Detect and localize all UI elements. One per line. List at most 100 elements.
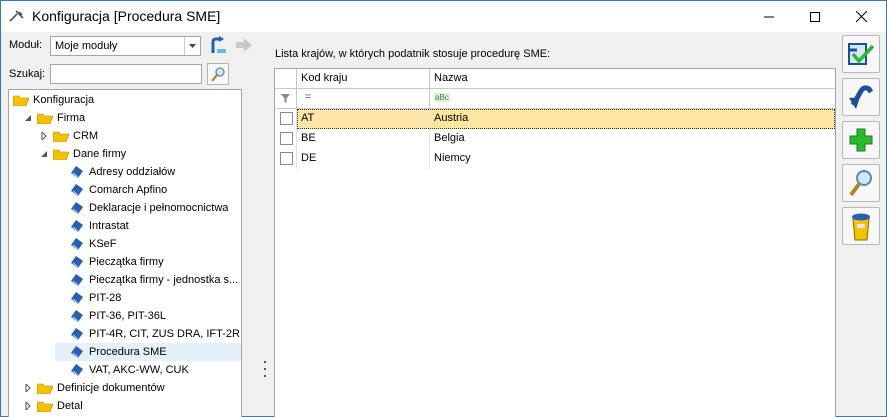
select-column-header[interactable]: [275, 69, 297, 89]
tree-item[interactable]: PIT-28: [55, 289, 121, 307]
tree-item-label: Adresy oddziałów: [89, 166, 176, 178]
expanded-arrow-icon[interactable]: [23, 113, 33, 123]
countries-grid[interactable]: Kod kraju Nazwa = aBc AT Austria BE Belgia D…: [274, 68, 836, 417]
tree-item[interactable]: Pieczątka firmy - jednostka s...: [55, 271, 238, 289]
filter-name[interactable]: aBc: [430, 89, 835, 108]
tree-item-label: Firma: [57, 112, 86, 124]
page-icon: [69, 291, 85, 305]
column-header-name-label: Nazwa: [434, 72, 468, 84]
row-checkbox[interactable]: [280, 112, 293, 125]
collapsed-arrow-icon[interactable]: [23, 383, 33, 393]
page-icon: [69, 201, 85, 215]
search-input[interactable]: [50, 64, 202, 84]
column-header-name[interactable]: Nazwa: [430, 69, 835, 89]
tree-item[interactable]: Adresy oddziałów: [55, 163, 175, 181]
save-icon: [848, 43, 875, 65]
row-checkbox[interactable]: [280, 132, 293, 145]
save-button[interactable]: [842, 35, 880, 73]
undo-icon: [849, 85, 874, 109]
tree-item[interactable]: Dane firmy: [39, 145, 126, 163]
page-icon: [69, 183, 85, 197]
tree-item[interactable]: Firma: [23, 109, 85, 127]
cell-name[interactable]: Austria: [430, 109, 835, 129]
config-tree[interactable]: Konfiguracja Firma CRM Dane firmy Adresy odd…: [8, 89, 242, 417]
chevron-down-icon[interactable]: [184, 37, 200, 55]
cell-code[interactable]: AT: [297, 109, 430, 129]
cell-name[interactable]: Belgia: [430, 129, 835, 149]
tree-item[interactable]: Definicje dokumentów: [23, 379, 165, 397]
row-checkbox[interactable]: [280, 152, 293, 165]
tree-item[interactable]: Procedura SME: [55, 343, 241, 361]
tree-item-label: PIT-36, PIT-36L: [89, 310, 167, 322]
tree-item-label: Definicje dokumentów: [57, 382, 165, 394]
module-select[interactable]: Moje moduły: [50, 36, 201, 56]
tree-item[interactable]: Intrastat: [55, 217, 129, 235]
page-icon: [69, 165, 85, 179]
tree-item[interactable]: Detal: [23, 397, 83, 415]
folder-icon: [53, 129, 69, 143]
tree-item[interactable]: Comarch Apfino: [55, 181, 167, 199]
page-icon: [69, 273, 85, 287]
page-icon: [69, 309, 85, 323]
tree-item-label: VAT, AKC-WW, CUK: [89, 364, 189, 376]
table-row[interactable]: AT Austria: [275, 109, 835, 129]
tree-item[interactable]: Konfiguracja: [13, 91, 94, 109]
maximize-icon: [810, 11, 820, 22]
folder-icon: [13, 93, 29, 107]
filter-button[interactable]: [275, 89, 297, 108]
filter-code[interactable]: =: [297, 89, 430, 108]
delete-button[interactable]: [842, 207, 880, 245]
tree-item-label: Intrastat: [89, 220, 129, 232]
column-header-code[interactable]: Kod kraju: [297, 69, 430, 89]
maximize-button[interactable]: [792, 1, 838, 32]
close-icon: [855, 11, 867, 22]
module-forward-button[interactable]: [233, 35, 255, 57]
undo-button[interactable]: [842, 78, 880, 116]
tree-item[interactable]: CRM: [39, 127, 98, 145]
collapsed-arrow-icon[interactable]: [39, 131, 49, 141]
page-icon: [69, 255, 85, 269]
cell-name[interactable]: Niemcy: [430, 149, 835, 169]
tree-item-label: CRM: [73, 130, 99, 142]
app-icon: [9, 10, 24, 22]
config-window: Konfiguracja [Procedura SME] Moduł: Moje…: [0, 0, 887, 417]
module-refresh-button[interactable]: [207, 35, 229, 57]
tree-item[interactable]: Deklaracje i pełnomocnictwa: [55, 199, 228, 217]
filter-abc-icon: aBc: [434, 93, 450, 102]
tree-item[interactable]: Pieczątka firmy: [55, 253, 164, 271]
splitter-handle[interactable]: [263, 361, 267, 377]
add-button[interactable]: [842, 121, 880, 159]
page-icon: [69, 327, 85, 341]
tree-item-label: KSeF: [89, 238, 117, 250]
table-row[interactable]: BE Belgia: [275, 129, 835, 149]
tree-item[interactable]: PIT-36, PIT-36L: [55, 307, 166, 325]
tree-item[interactable]: VAT, AKC-WW, CUK: [55, 361, 189, 379]
expanded-arrow-icon[interactable]: [39, 149, 49, 159]
page-icon: [69, 237, 85, 251]
add-icon: [849, 128, 873, 152]
tree-item-label: PIT-28: [89, 292, 122, 304]
table-row[interactable]: DE Niemcy: [275, 149, 835, 169]
cell-code[interactable]: BE: [297, 129, 430, 149]
page-icon: [69, 219, 85, 233]
close-button[interactable]: [838, 1, 884, 32]
magnifier-icon: [211, 67, 225, 82]
tree-item[interactable]: KSeF: [55, 235, 117, 253]
tree-item[interactable]: PIT-4R, CIT, ZUS DRA, IFT-2R: [55, 325, 240, 343]
cell-code[interactable]: DE: [297, 149, 430, 169]
preview-button[interactable]: [842, 164, 880, 202]
minimize-button[interactable]: [746, 1, 792, 32]
minimize-icon: [764, 16, 774, 17]
trash-icon: [852, 213, 870, 241]
module-select-value: Moje moduły: [55, 40, 118, 52]
search-button[interactable]: [207, 63, 229, 85]
collapsed-arrow-icon[interactable]: [23, 401, 33, 411]
